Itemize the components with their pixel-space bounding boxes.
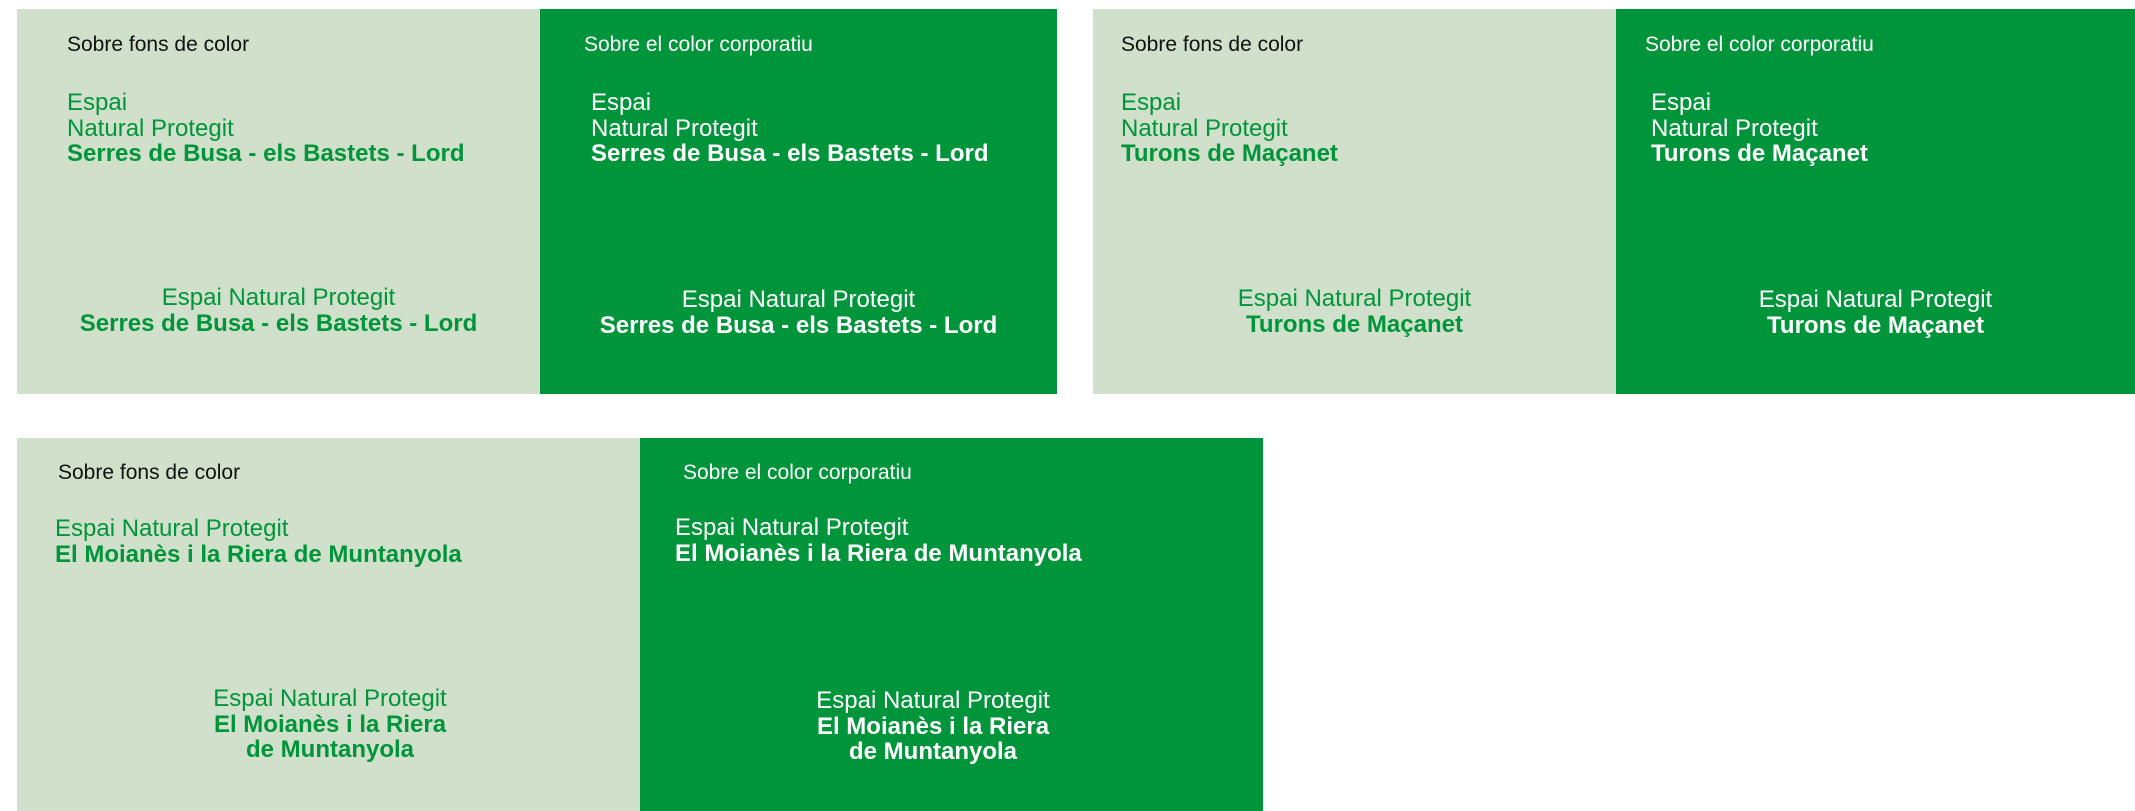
name-line-area: Serres de Busa - els Bastets - Lord	[79, 309, 478, 337]
name-line-espai-natural-protegit: Espai Natural Protegit	[816, 687, 1050, 714]
moianes-dark-panel: Sobre el color corporatiu Espai Natural …	[640, 438, 1263, 811]
name-line-espai: Espai	[67, 89, 128, 116]
name-line-espai-natural-protegit: Espai Natural Protegit	[161, 284, 396, 311]
name-line-espai-natural-protegit: Espai Natural Protegit	[213, 685, 447, 712]
centered-name-block: Espai Natural Protegit Serres de Busa - …	[540, 287, 1057, 338]
name-line-espai-natural-protegit: Espai Natural Protegit	[55, 515, 289, 542]
name-line-area: Turons de Maçanet	[1246, 310, 1463, 338]
name-line-area: El Moianès i la Riera de Muntanyola	[675, 539, 1082, 567]
panel-header: Sobre el color corporatiu	[683, 461, 912, 484]
panel-header: Sobre fons de color	[58, 461, 241, 484]
serres-light-panel: Sobre fons de color Espai Natural Proteg…	[17, 9, 540, 394]
panel-header: Sobre fons de color	[1121, 33, 1304, 56]
panel-header: Sobre fons de color	[67, 33, 250, 56]
name-line-area-2: de Muntanyola	[848, 738, 1017, 765]
name-line-area: Turons de Maçanet	[1767, 311, 1984, 339]
name-line-espai: Espai	[591, 89, 652, 116]
stacked-name-block: Espai Natural Protegit El Moianès i la R…	[675, 515, 1082, 566]
name-line-area: El Moianès i la Riera de Muntanyola	[55, 540, 462, 568]
name-line-area: Serres de Busa - els Bastets - Lord	[599, 311, 998, 339]
name-line-natural-protegit: Natural Protegit	[67, 114, 234, 142]
name-line-espai: Espai	[1121, 89, 1182, 116]
name-line-espai-natural-protegit: Espai Natural Protegit	[1758, 286, 1993, 313]
name-line-area: Turons de Maçanet	[1121, 140, 1338, 167]
centered-name-block: Espai Natural Protegit El Moianès i la R…	[815, 688, 1051, 765]
name-line-area: Turons de Maçanet	[1651, 140, 1868, 167]
name-line-area-1: El Moianès i la Riera	[816, 712, 1050, 740]
name-line-natural-protegit: Natural Protegit	[1651, 114, 1818, 142]
name-line-natural-protegit: Natural Protegit	[591, 114, 758, 142]
name-line-natural-protegit: Natural Protegit	[1121, 114, 1288, 142]
stacked-name-block: Espai Natural Protegit Serres de Busa - …	[67, 90, 464, 167]
name-line-espai-natural-protegit: Espai Natural Protegit	[681, 286, 916, 313]
name-line-area-1: El Moianès i la Riera	[213, 710, 447, 738]
centered-name-block: Espai Natural Protegit Turons de Maçanet	[1616, 287, 2135, 338]
name-line-area: Serres de Busa - els Bastets - Lord	[67, 140, 465, 167]
name-line-espai-natural-protegit: Espai Natural Protegit	[675, 514, 909, 541]
stacked-name-block: Espai Natural Protegit Turons de Maçanet	[1651, 90, 1868, 167]
centered-name-block: Espai Natural Protegit Turons de Maçanet	[1093, 286, 1616, 337]
panel-header: Sobre el color corporatiu	[1645, 33, 1874, 56]
stacked-name-block: Espai Natural Protegit El Moianès i la R…	[55, 516, 462, 567]
name-line-espai: Espai	[1651, 89, 1712, 116]
stacked-name-block: Espai Natural Protegit Serres de Busa - …	[591, 90, 988, 167]
centered-name-block: Espai Natural Protegit Serres de Busa - …	[17, 285, 540, 336]
stacked-name-block: Espai Natural Protegit Turons de Maçanet	[1121, 90, 1338, 167]
serres-dark-panel: Sobre el color corporatiu Espai Natural …	[540, 9, 1057, 394]
name-line-espai-natural-protegit: Espai Natural Protegit	[1237, 285, 1472, 312]
centered-name-block: Espai Natural Protegit El Moianès i la R…	[212, 686, 448, 763]
name-line-area-2: de Muntanyola	[245, 736, 414, 763]
name-line-area: Serres de Busa - els Bastets - Lord	[591, 140, 989, 167]
turons-light-panel: Sobre fons de color Espai Natural Proteg…	[1093, 9, 1616, 394]
moianes-light-panel: Sobre fons de color Espai Natural Proteg…	[17, 438, 640, 811]
panel-header: Sobre el color corporatiu	[584, 33, 813, 56]
turons-dark-panel: Sobre el color corporatiu Espai Natural …	[1616, 9, 2135, 394]
